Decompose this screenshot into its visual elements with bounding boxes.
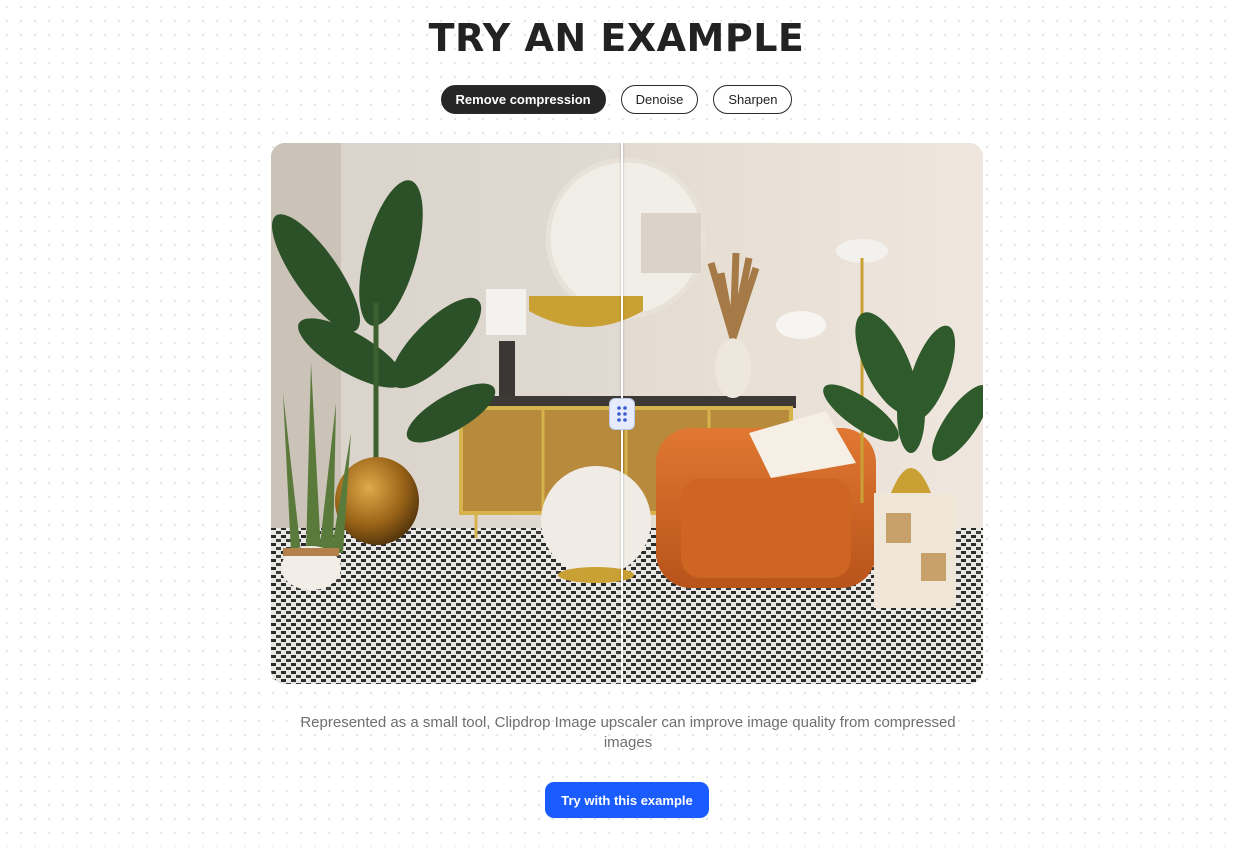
example-caption: Represented as a small tool, Clipdrop Im… [300, 714, 956, 751]
try-example-button[interactable]: Try with this example [545, 782, 709, 818]
before-after-comparison[interactable] [271, 143, 983, 684]
tab-sharpen[interactable]: Sharpen [713, 85, 793, 114]
drag-dots-icon[interactable] [609, 398, 635, 430]
tab-denoise[interactable]: Denoise [620, 85, 699, 114]
example-tabs: Remove compression Denoise Sharpen [0, 85, 1233, 114]
tab-remove-compression[interactable]: Remove compression [440, 85, 606, 114]
page-title: TRY AN EXAMPLE [428, 16, 805, 60]
